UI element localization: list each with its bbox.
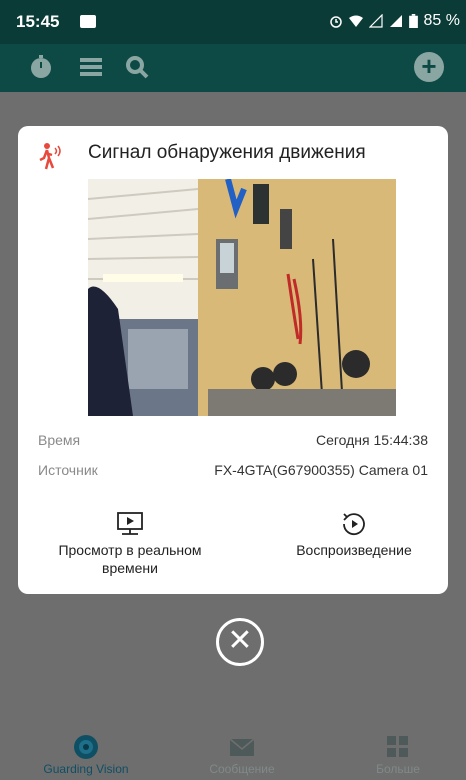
battery-level: 85 % — [423, 12, 460, 29]
source-value: FX-4GTA(G67900355) Camera 01 — [214, 462, 428, 478]
battery-icon — [408, 14, 418, 28]
nav-item-guarding-vision[interactable]: Guarding Vision — [26, 734, 146, 776]
nav-label: Больше — [376, 762, 420, 776]
playback-label: Воспроизведение — [296, 542, 412, 558]
nav-item-message[interactable]: Сообщение — [182, 734, 302, 776]
nav-label: Guarding Vision — [43, 762, 129, 776]
alarm-icon — [329, 16, 342, 28]
source-label: Источник — [38, 462, 98, 478]
playback-button[interactable]: Воспроизведение — [274, 511, 434, 559]
message-icon — [229, 738, 255, 756]
status-time: 15:45 — [16, 12, 60, 31]
list-icon[interactable] — [78, 54, 104, 80]
gallery-notification-icon — [80, 15, 96, 28]
signal-icon — [368, 14, 383, 28]
motion-alarm-icon — [39, 143, 61, 170]
snapshot-image[interactable] — [88, 179, 396, 416]
nav-label: Сообщение — [209, 762, 275, 776]
search-icon[interactable] — [124, 54, 150, 80]
timer-icon[interactable] — [28, 54, 54, 80]
nav-item-more[interactable]: Больше — [338, 734, 458, 776]
more-icon — [387, 736, 408, 757]
live-view-button[interactable]: Просмотр в реальном времени — [40, 511, 220, 577]
bottom-nav: Guarding Vision Сообщение Больше — [0, 730, 466, 780]
app-bar: + — [0, 44, 466, 92]
time-value: Сегодня 15:44:38 — [315, 432, 428, 448]
motion-alarm-dialog: Сигнал обнаружения движения Время Сегодн… — [18, 126, 448, 594]
time-label: Время — [38, 432, 81, 448]
close-icon: ✕ — [227, 624, 253, 657]
playback-icon — [343, 513, 365, 536]
wifi-icon — [348, 15, 363, 27]
live-view-label: Просмотр в реальном времени — [58, 542, 202, 576]
add-device-button[interactable]: + — [414, 52, 444, 82]
status-bar: 15:45 85 % — [0, 0, 466, 44]
signal-icon-2 — [389, 15, 402, 27]
dialog-title: Сигнал обнаружения движения — [88, 142, 366, 163]
close-button[interactable]: ✕ — [216, 618, 264, 666]
live-view-icon — [117, 512, 143, 535]
status-indicators: 85 % — [329, 12, 460, 30]
guarding-vision-icon — [74, 735, 98, 759]
